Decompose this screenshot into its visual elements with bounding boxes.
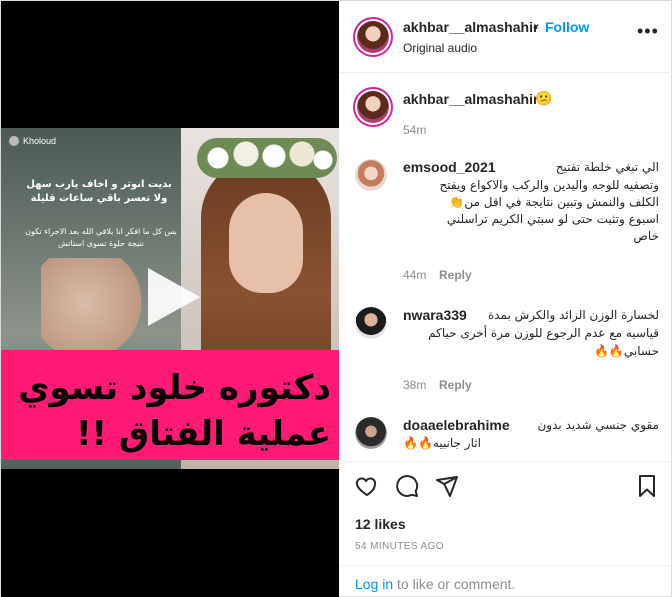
reply-button[interactable]: Reply bbox=[439, 268, 472, 282]
comment-text-line: اسبوع وتثبت حتى لو سبتي الكريم تراسلني bbox=[446, 212, 659, 226]
story-text-small: بس كل ما افكر انا بلاقي الله بعد الاجراء… bbox=[25, 227, 177, 248]
flower-crown bbox=[197, 138, 337, 178]
post-media[interactable]: Kholoud بديت انوتر و اخاف يارب سهل ولا ت… bbox=[1, 1, 339, 597]
story-text-main: بديت انوتر و اخاف يارب سهل ولا تعسر باقي… bbox=[26, 179, 172, 204]
audio-label[interactable]: Original audio bbox=[403, 41, 477, 55]
post-timestamp: 54 MINUTES AGO bbox=[355, 541, 444, 552]
video-banner: دكتوره خلود تسوي عملية الفتاق !! bbox=[1, 350, 339, 460]
comment-icon[interactable] bbox=[395, 474, 419, 498]
comment-username[interactable]: emsood_2021 bbox=[403, 159, 496, 175]
comment-username[interactable]: nwara339 bbox=[403, 307, 467, 323]
post-header: akhbar__almashahir • Follow Original aud… bbox=[339, 1, 672, 73]
login-text: Log in to like or comment. bbox=[355, 576, 515, 592]
comment-username[interactable]: doaaelebrahime bbox=[403, 417, 510, 433]
login-prompt: Log in to like or comment. bbox=[339, 565, 672, 597]
follow-button[interactable]: Follow bbox=[545, 19, 589, 35]
post-sidebar: akhbar__almashahir • Follow Original aud… bbox=[339, 1, 672, 597]
comment-time: 38m bbox=[403, 378, 427, 392]
author-avatar[interactable] bbox=[353, 17, 393, 57]
action-bar bbox=[339, 461, 672, 513]
caption-username[interactable]: akhbar__almashahir bbox=[403, 91, 538, 107]
comment-text-line: حسابي🔥🔥 bbox=[593, 344, 659, 358]
bookmark-icon[interactable] bbox=[635, 474, 659, 498]
share-icon[interactable] bbox=[435, 474, 459, 498]
heart-icon[interactable] bbox=[355, 474, 379, 498]
login-rest: to like or comment. bbox=[393, 576, 516, 592]
caption-avatar[interactable] bbox=[353, 87, 393, 127]
banner-line-2: عملية الفتاق !! bbox=[75, 414, 331, 454]
comment-text-line: قياسيه مع عدم الرجوع للوزن مرة أخرى حياك… bbox=[428, 326, 659, 340]
play-icon[interactable] bbox=[138, 264, 204, 330]
banner-line-1: دكتوره خلود تسوي bbox=[18, 368, 331, 408]
video-player[interactable]: Kholoud بديت انوتر و اخاف يارب سهل ولا ت… bbox=[1, 128, 339, 469]
comment-avatar[interactable] bbox=[355, 159, 387, 191]
comment-text-line: اثار جانبيه🔥🔥 bbox=[403, 436, 481, 450]
portrait-face bbox=[229, 193, 303, 293]
comment-time: 44m bbox=[403, 268, 427, 282]
story-header: Kholoud bbox=[9, 136, 159, 158]
comment-text-line: خاص bbox=[633, 229, 659, 243]
caption-time: 54m bbox=[403, 123, 427, 137]
comment-text-line: الي تبغي خلطة تفتيح bbox=[555, 160, 659, 174]
comment-text-line: لخسارة الوزن الزائد والكرش بمدة bbox=[487, 308, 659, 322]
more-options-icon[interactable]: ••• bbox=[637, 21, 659, 42]
post-frame: Kholoud بديت انوتر و اخاف يارب سهل ولا ت… bbox=[0, 0, 672, 597]
login-link[interactable]: Log in bbox=[355, 576, 393, 592]
author-username[interactable]: akhbar__almashahir bbox=[403, 19, 538, 35]
separator-dot: • bbox=[533, 19, 538, 35]
comment-text-line: وتصفيه للوجه واليدين والركب والاكواع ويف… bbox=[439, 178, 659, 192]
caption-emoji: 😕 bbox=[535, 90, 553, 106]
likes-count[interactable]: 12 likes bbox=[355, 516, 406, 532]
comment-text-line: مقوي جنسي شديد بدون bbox=[537, 418, 659, 432]
comments-list[interactable]: akhbar__almashahir 😕 54m emsood_2021 الي… bbox=[339, 73, 672, 461]
reply-button[interactable]: Reply bbox=[439, 378, 472, 392]
comment-text-line: الكلف والنمش وتبين نتايجة في اقل من👏 bbox=[449, 195, 659, 209]
story-username: Kholoud bbox=[23, 136, 57, 146]
comment-avatar[interactable] bbox=[355, 417, 387, 449]
comment-avatar[interactable] bbox=[355, 307, 387, 339]
story-avatar bbox=[9, 136, 19, 146]
